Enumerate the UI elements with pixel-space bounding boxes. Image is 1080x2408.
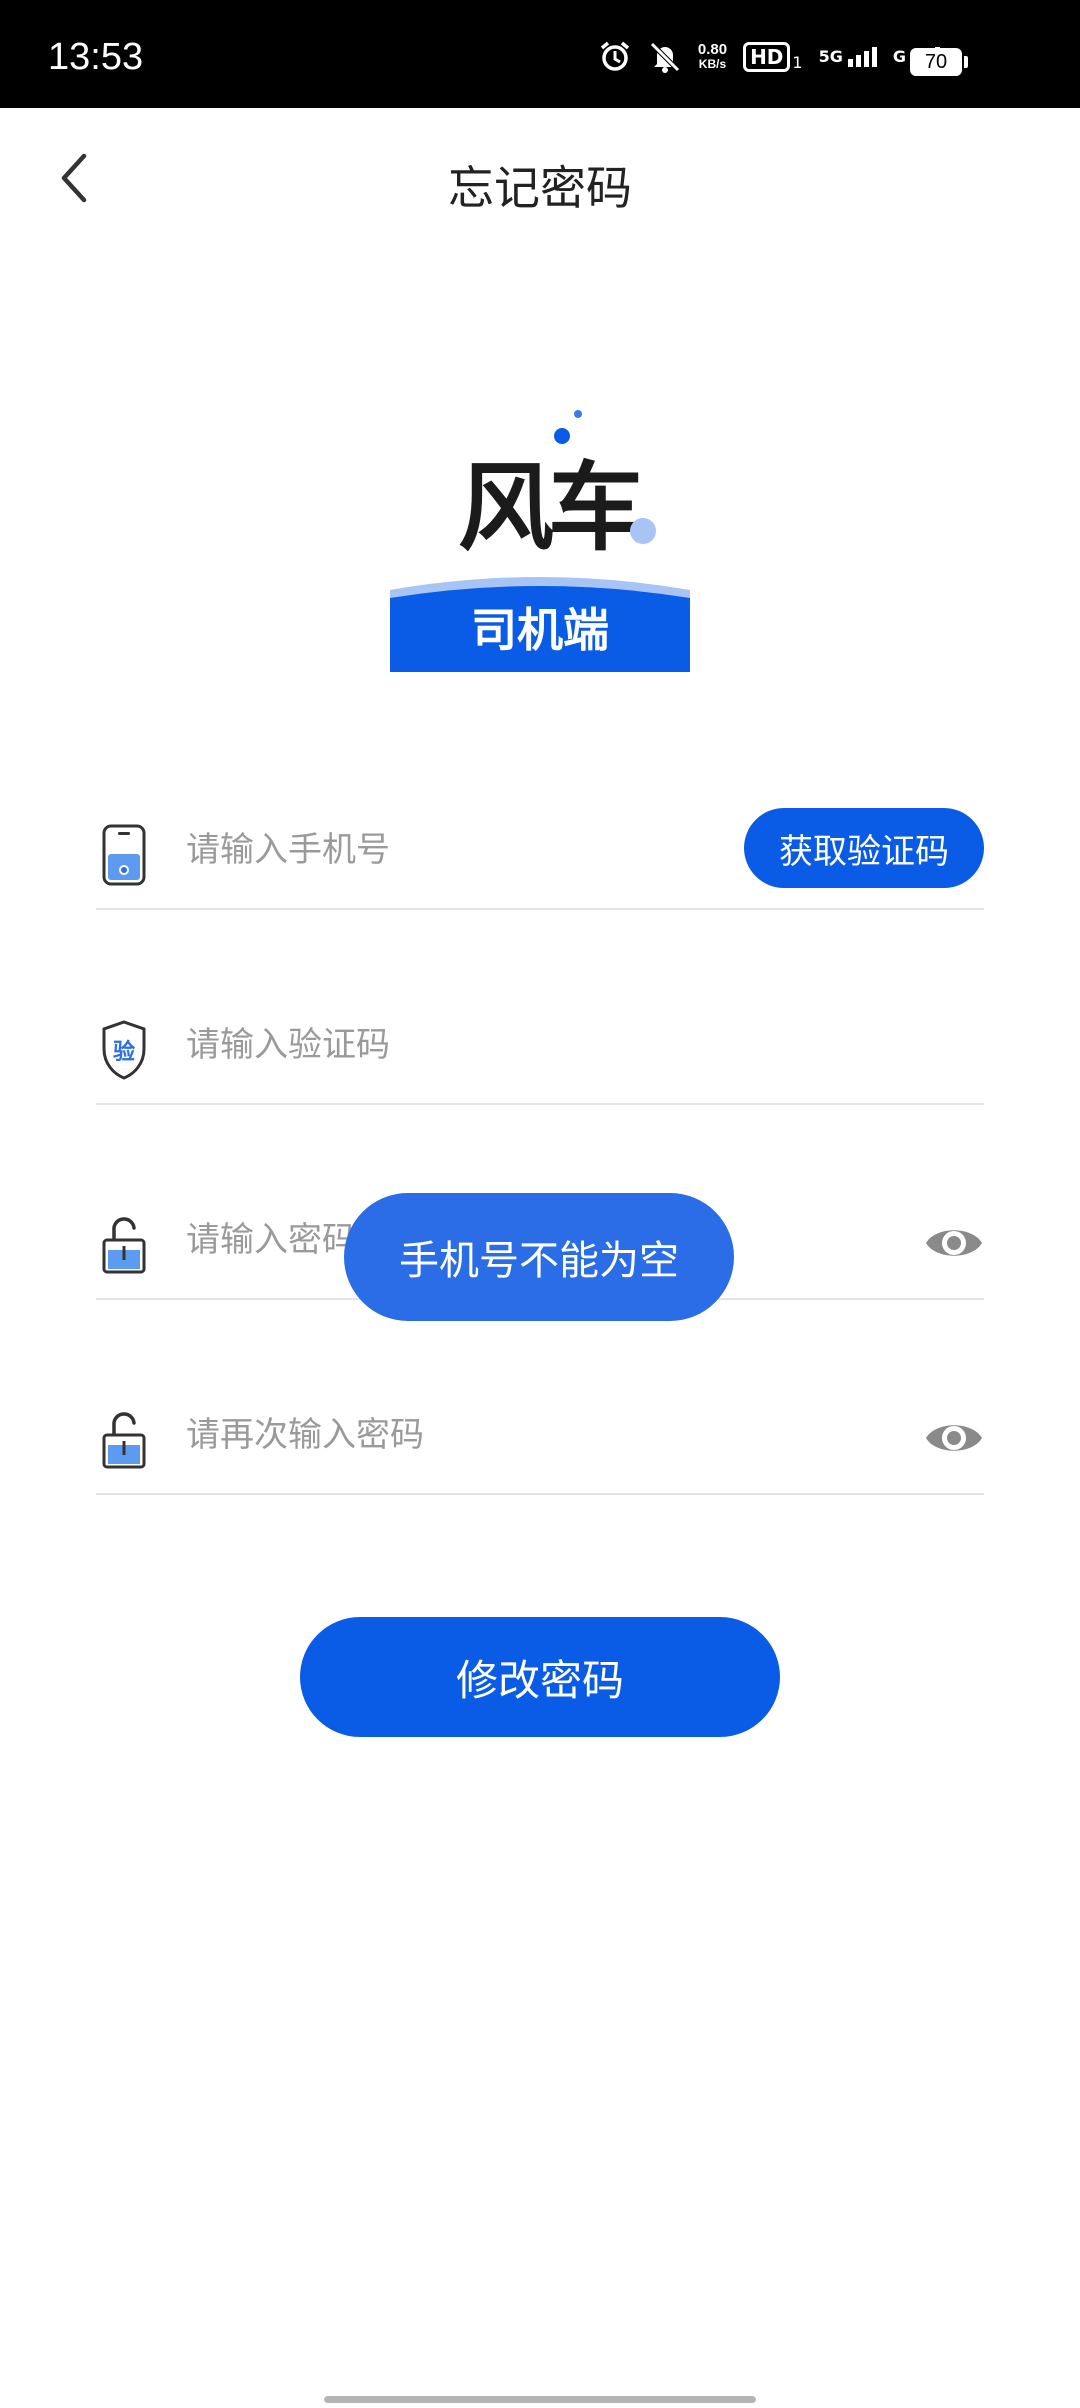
- header: 忘记密码: [0, 108, 1080, 248]
- shield-code-text: 验: [113, 1039, 135, 1065]
- signal-5g-label: 5G: [818, 47, 843, 66]
- hd-icon: HD 1: [743, 42, 803, 72]
- alarm-icon: [598, 40, 632, 74]
- net-speed-value: 0.80: [697, 41, 728, 58]
- phone-input[interactable]: [186, 818, 826, 882]
- net-speed-unit: KB/s: [698, 57, 727, 71]
- logo-dot-large: [630, 518, 656, 544]
- phone-row: 获取验证码: [96, 790, 984, 910]
- status-time: 13:53: [48, 36, 144, 78]
- eye-icon[interactable]: [924, 1413, 984, 1463]
- battery-icon: 70: [910, 48, 968, 76]
- shield-code-icon: 验: [102, 1020, 146, 1080]
- bell-off-icon: [648, 40, 682, 74]
- code-row: 验: [96, 985, 984, 1105]
- toast-message: 手机号不能为空: [344, 1193, 734, 1321]
- password-confirm-input[interactable]: [186, 1403, 826, 1467]
- signal-5g-icon: 5G: [819, 47, 877, 67]
- logo-dot-small: [574, 410, 582, 418]
- app-logo: 风车 司机端: [388, 400, 692, 672]
- logo-brand-text: 风车: [458, 451, 644, 564]
- page-title: 忘记密码: [448, 161, 632, 215]
- code-input[interactable]: [186, 1013, 826, 1077]
- net-speed: 0.80 KB/s: [698, 42, 727, 72]
- logo-band-label: 司机端: [471, 603, 609, 657]
- lock-icon: [102, 1217, 146, 1274]
- change-password-button[interactable]: 修改密码: [300, 1617, 780, 1737]
- password-confirm-row: [96, 1375, 984, 1495]
- status-bar: 13:53 0.80 KB/s HD 1 5G G 70: [0, 0, 1080, 108]
- get-code-button[interactable]: 获取验证码: [744, 808, 984, 888]
- hd-sub: 1: [792, 53, 803, 72]
- home-indicator[interactable]: [324, 2396, 756, 2403]
- battery-level: 70: [924, 50, 948, 73]
- hd-label: HD: [743, 42, 791, 72]
- eye-icon[interactable]: [924, 1218, 984, 1268]
- status-icons: 0.80 KB/s HD 1 5G G: [598, 40, 940, 74]
- lock-icon: [102, 1412, 146, 1469]
- phone-icon: [102, 824, 146, 886]
- signal-g-label: G: [892, 47, 906, 66]
